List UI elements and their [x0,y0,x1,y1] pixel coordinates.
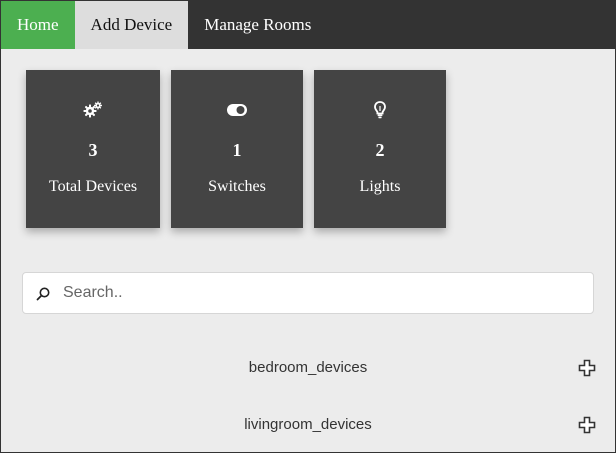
nav-home-link[interactable]: Home [1,1,75,49]
stat-label: Switches [208,178,266,195]
stat-card-lights: 2 Lights [314,70,446,228]
stat-count: 2 [375,140,385,160]
room-row-bedroom[interactable]: bedroom_devices [1,353,615,383]
stat-count: 1 [232,140,242,160]
search-icon [35,286,51,302]
plus-icon[interactable] [578,359,596,377]
toggle-icon [171,100,303,120]
gears-icon [26,100,160,120]
room-name: livingroom_devices [244,416,372,433]
nav-add-device-link[interactable]: Add Device [74,1,189,49]
app-frame: Home Add Device Manage Rooms 3 Total Dev… [0,0,616,453]
stat-count: 3 [88,140,98,160]
search-input[interactable] [63,273,583,313]
stat-card-switches: 1 Switches [171,70,303,228]
stat-label: Lights [359,178,401,195]
nav-manage-rooms-link[interactable]: Manage Rooms [188,1,328,49]
search-box [22,272,594,314]
room-name: bedroom_devices [248,359,368,376]
lightbulb-icon [314,100,446,120]
stat-card-total-devices: 3 Total Devices [26,70,160,228]
plus-icon[interactable] [578,416,596,434]
top-navigation: Home Add Device Manage Rooms [1,1,615,49]
stat-label: Total Devices [48,178,138,195]
room-row-livingroom[interactable]: livingroom_devices [1,410,615,440]
